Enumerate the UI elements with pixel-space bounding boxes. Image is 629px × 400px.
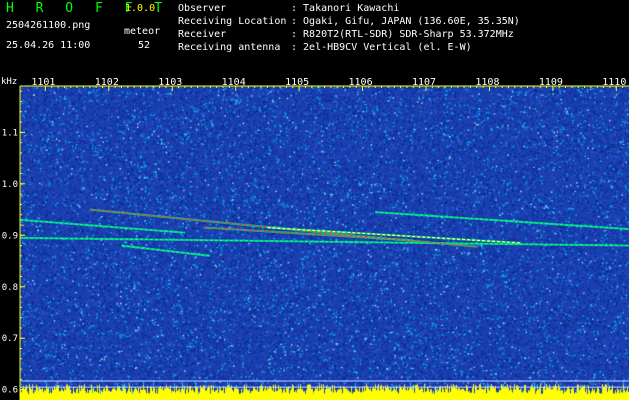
y-axis-title: kHz <box>1 77 17 87</box>
y-tick-label: 0.6 <box>2 386 18 396</box>
info-key: Receiving Location <box>178 16 287 27</box>
info-key: Receiving antenna <box>178 42 281 53</box>
info-location: Receiving Location : Ogaki, Gifu, JAPAN (… <box>178 16 520 27</box>
y-tick-label: 0.8 <box>2 283 18 293</box>
info-value: : Takanori Kawachi <box>291 3 400 14</box>
app-version: 1.0.0 <box>125 3 156 14</box>
info-antenna: Receiving antenna : 2el-HB9CV Vertical (e… <box>178 42 472 53</box>
header-panel: H R O F F T 1.0.0 2504261100.png 25.04.2… <box>0 0 629 76</box>
spectrogram-chart: 1101 1102 1103 1104 1105 1106 1107 1108 1109 1110… <box>1 77 629 400</box>
meteor-count: 52 <box>138 40 151 51</box>
info-receiver: Receiver : R820T2(RTL-SDR) SDR-Sharp 53.3… <box>178 29 514 40</box>
y-tick-label: 0.7 <box>2 334 18 344</box>
info-key: Receiver <box>178 29 227 40</box>
y-tick-label: 1.0 <box>2 180 18 190</box>
file-name: 2504261100.png <box>6 20 91 31</box>
y-tick-label: 0.9 <box>2 231 18 241</box>
info-observer: Observer : Takanori Kawachi <box>178 3 399 14</box>
meteor-label: meteor <box>124 26 161 37</box>
info-key: Observer <box>178 3 227 14</box>
timestamp: 25.04.26 11:00 <box>6 40 91 51</box>
info-value: : 2el-HB9CV Vertical (el. E-W) <box>291 42 472 53</box>
y-tick-label: 1.1 <box>2 128 18 138</box>
info-value: : R820T2(RTL-SDR) SDR-Sharp 53.372MHz <box>291 29 514 40</box>
info-value: : Ogaki, Gifu, JAPAN (136.60E, 35.35N) <box>291 16 520 27</box>
